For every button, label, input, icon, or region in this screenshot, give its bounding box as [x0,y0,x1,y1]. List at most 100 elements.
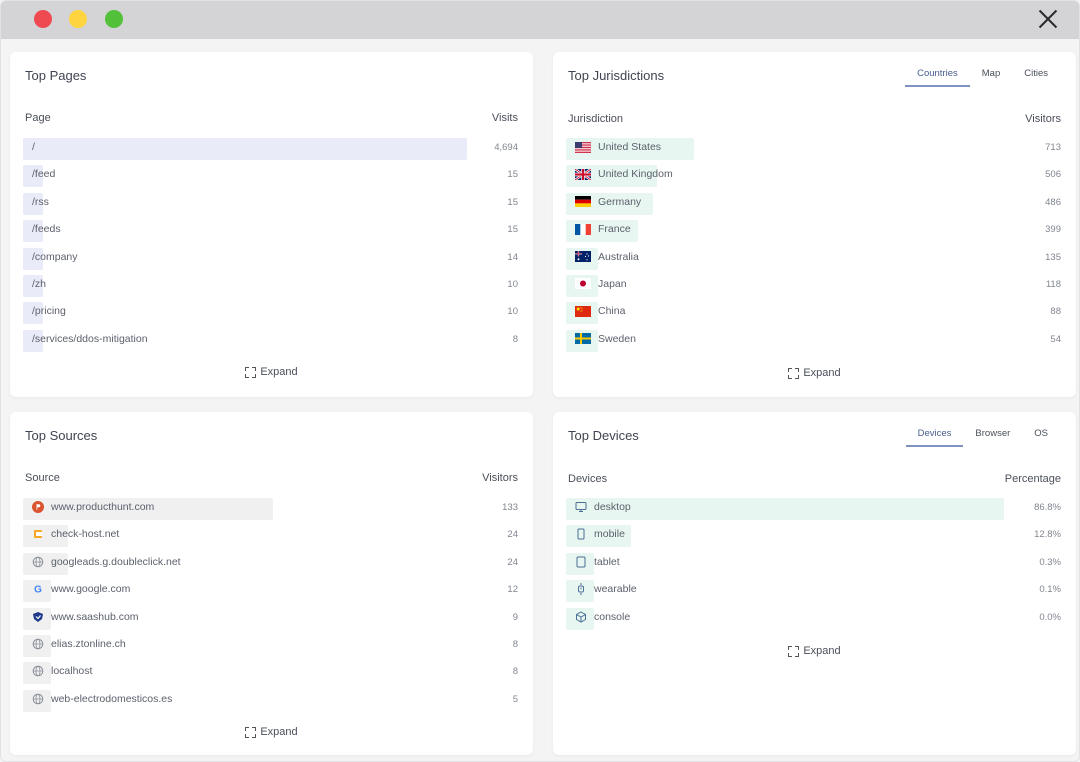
list-item[interactable]: Australia 135 [566,246,1061,273]
svg-text:G: G [34,585,42,596]
list-item[interactable]: desktop 86.8% [566,496,1061,523]
row-value: 713 [1045,142,1061,153]
row-label-text: wearable [594,583,637,596]
row-label-text: www.producthunt.com [51,501,155,513]
row-value: 4,694 [494,142,518,153]
list-item[interactable]: mobile 12.8% [566,523,1061,550]
expand-button[interactable]: Expand [10,366,533,378]
share-bar [566,498,1005,520]
close-window-dot[interactable] [34,10,52,28]
row-value: 8 [512,666,518,678]
expand-button[interactable]: Expand [10,726,533,738]
jurisdictions-list: United States 713 United Kingdom 506 Germany… [566,136,1061,355]
uk-flag-icon [575,168,591,180]
check-host-icon [32,528,44,540]
maximize-window-dot[interactable] [105,10,123,28]
row-label: /feeds [32,223,61,235]
row-value: 506 [1045,169,1061,181]
au-flag-icon [575,251,591,263]
row-value: 8 [512,638,518,650]
row-value: 135 [1045,251,1061,263]
tab-countries[interactable]: Countries [905,66,970,87]
row-label: /company [32,251,78,263]
list-item[interactable]: China 88 [566,300,1061,327]
list-item[interactable]: tablet 0.3% [566,551,1061,578]
row-label-text: Japan [598,277,627,290]
row-label-text: desktop [594,501,631,513]
row-value: 24 [507,529,518,541]
list-item[interactable]: /company 14 [23,246,518,273]
row-label-text: United Kingdom [598,168,673,181]
expand-label: Expand [260,366,298,378]
row-label-text: /services/ddos-mitigation [32,332,148,345]
list-item[interactable]: googleads.g.doubleclick.net 24 [23,551,518,578]
tab-os[interactable]: OS [1022,426,1060,447]
row-label-text: Sweden [598,332,636,345]
row-label-text: United States [598,141,662,153]
expand-button[interactable]: Expand [553,645,1076,657]
list-item[interactable]: United States 713 [566,136,1061,163]
row-label: France [575,223,631,235]
expand-label: Expand [260,726,298,738]
list-item[interactable]: Japan 118 [566,273,1061,300]
row-label: www.saashub.com [32,611,139,623]
row-value: 15 [507,196,518,208]
top-pages-card: Top Pages Page Visits / 4,694/feed 15/rss 1… [10,52,533,397]
column-header-visitors: Visitors [1025,113,1061,125]
console-icon [575,610,587,623]
row-value: 54 [1050,333,1061,345]
card-title: Top Jurisdictions [568,68,665,83]
row-label: elias.ztonline.ch [32,638,126,650]
list-item[interactable]: wearable 0.1% [566,578,1061,605]
row-label-text: /feed [32,168,56,181]
list-item[interactable]: /zh 10 [23,273,518,300]
jurisdiction-tabs: Countries Map Cities [905,66,1060,87]
list-item[interactable]: www.producthunt.com 133 [23,496,518,523]
row-label-text: googleads.g.doubleclick.net [51,555,181,568]
list-item[interactable]: United Kingdom 506 [566,163,1061,190]
list-item[interactable]: /pricing 10 [23,300,518,327]
list-item[interactable]: /feed 15 [23,163,518,190]
row-value: 12.8% [1034,529,1061,541]
list-item[interactable]: Germany 486 [566,191,1061,218]
list-item[interactable]: /services/ddos-mitigation 8 [23,328,518,355]
close-icon[interactable] [1037,8,1059,30]
tab-browser[interactable]: Browser [963,426,1022,447]
row-value: 133 [502,502,518,513]
row-value: 0.1% [1039,584,1061,596]
list-item[interactable]: Gwww.google.com 12 [23,578,518,605]
cn-flag-icon [575,305,591,317]
expand-icon [788,645,800,657]
tab-devices[interactable]: Devices [905,426,964,447]
row-label: www.producthunt.com [32,501,154,513]
expand-button[interactable]: Expand [553,367,1076,379]
row-value: 9 [512,611,518,623]
tab-map[interactable]: Map [970,66,1012,87]
minimize-window-dot[interactable] [69,10,87,28]
row-label: Gwww.google.com [32,583,130,596]
row-label-text: console [594,610,631,623]
row-label: desktop [575,501,631,513]
row-label: /services/ddos-mitigation [32,333,148,345]
list-item[interactable]: localhost 8 [23,660,518,687]
row-value: 15 [507,169,518,181]
list-item[interactable]: /rss 15 [23,191,518,218]
list-item[interactable]: check-host.net 24 [23,523,518,550]
list-item[interactable]: elias.ztonline.ch 8 [23,633,518,660]
row-value: 0.3% [1039,556,1061,568]
list-item[interactable]: web-electrodomesticos.es 5 [23,688,518,715]
row-value: 118 [1045,278,1061,290]
row-label: console [575,611,630,623]
sources-list: www.producthunt.com 133 check-host.net 24 go… [23,496,518,715]
list-item[interactable]: Sweden 54 [566,328,1061,355]
row-label: localhost [32,665,92,677]
list-item[interactable]: France 399 [566,218,1061,245]
tab-cities[interactable]: Cities [1012,66,1060,87]
row-label: Australia [575,251,639,263]
us-flag-icon [575,141,591,153]
row-label-text: check-host.net [51,528,120,541]
list-item[interactable]: /feeds 15 [23,218,518,245]
list-item[interactable]: / 4,694 [23,136,518,163]
list-item[interactable]: console 0.0% [566,606,1061,633]
list-item[interactable]: www.saashub.com 9 [23,606,518,633]
